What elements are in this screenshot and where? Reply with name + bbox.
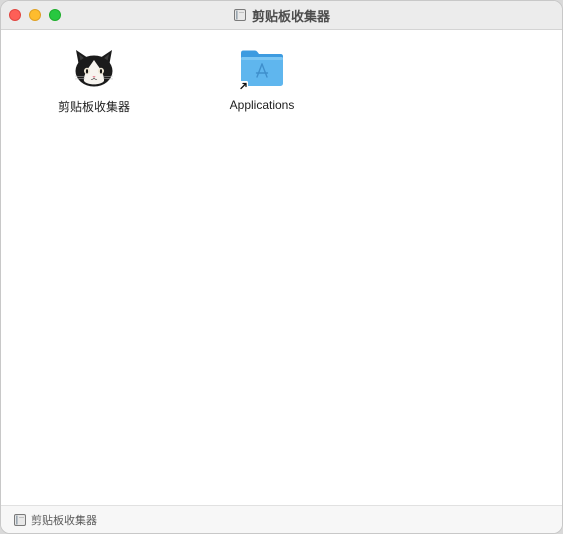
cat-app-icon[interactable] — [70, 44, 118, 92]
window-title-area: 剪贴板收集器 — [1, 1, 562, 29]
applications-item-label: Applications — [229, 98, 295, 112]
applications-folder-icon[interactable] — [238, 44, 286, 92]
app-item[interactable]: 剪贴板收集器 — [39, 44, 149, 115]
path-bar-label[interactable]: 剪贴板收集器 — [31, 512, 97, 528]
title-bar[interactable]: 剪贴板收集器 — [1, 1, 562, 30]
finder-content[interactable]: 剪贴板收集器 Applications — [1, 30, 562, 505]
path-bar: 剪贴板收集器 — [1, 505, 562, 533]
disk-icon — [14, 513, 26, 526]
disk-icon — [233, 9, 246, 21]
applications-item[interactable]: Applications — [207, 44, 317, 112]
window-title: 剪贴板收集器 — [251, 8, 330, 24]
app-item-label: 剪贴板收集器 — [57, 100, 130, 114]
finder-window: 剪贴板收集器 剪贴板收集器 Applications 剪贴板收集器 — [0, 0, 563, 534]
